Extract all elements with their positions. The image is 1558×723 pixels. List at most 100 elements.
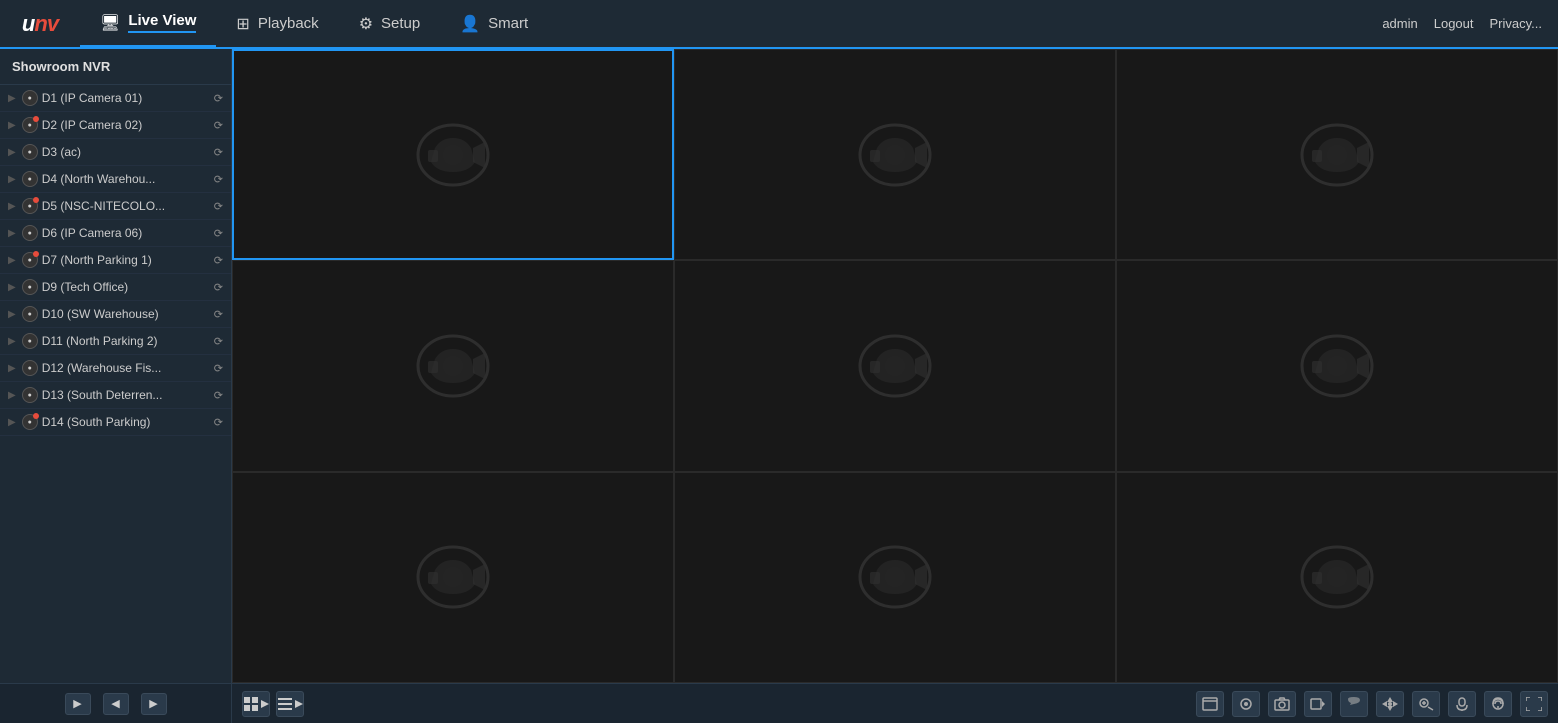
cam-icon-d9: ●: [22, 279, 38, 295]
grid-cell-8[interactable]: [674, 472, 1116, 683]
camera-item-d13[interactable]: ▶ ● D13 (South Deterren... ⟳: [0, 382, 231, 409]
cam-ptz-d13: ⟳: [214, 389, 223, 402]
grid-cell-4[interactable]: [232, 260, 674, 471]
grid-content: [232, 49, 1558, 683]
ptz-icon: [1382, 697, 1398, 711]
grid-layout-button[interactable]: [242, 691, 270, 717]
fullscreen-button[interactable]: [1520, 691, 1548, 717]
nav-setup[interactable]: ⚙ Setup: [339, 0, 441, 47]
camera-placeholder-1: [413, 120, 493, 190]
expand-icon-d9: ▶: [8, 282, 16, 293]
cam-name-d1: D1 (IP Camera 01): [42, 91, 210, 105]
expand-icon-d12: ▶: [8, 363, 16, 374]
grid-layout-icon: [244, 697, 269, 711]
talk-button[interactable]: [1340, 691, 1368, 717]
cam-name-d11: D11 (North Parking 2): [42, 334, 210, 348]
cam-ptz-d2: ⟳: [214, 119, 223, 132]
grid-cell-5[interactable]: [674, 260, 1116, 471]
cam-icon-d3: ●: [22, 144, 38, 160]
cam-name-d5: D5 (NSC-NITECOLO...: [42, 199, 210, 213]
camera-item-d7[interactable]: ▶ ● D7 (North Parking 1) ⟳: [0, 247, 231, 274]
sidebar: Showroom NVR ▶ ● D1 (IP Camera 01) ⟳ ▶ ●…: [0, 49, 232, 723]
main-layout: Showroom NVR ▶ ● D1 (IP Camera 01) ⟳ ▶ ●…: [0, 49, 1558, 723]
playback-icon: ⊞: [236, 14, 249, 34]
camera-item-d1[interactable]: ▶ ● D1 (IP Camera 01) ⟳: [0, 85, 231, 112]
camera-item-d6[interactable]: ▶ ● D6 (IP Camera 06) ⟳: [0, 220, 231, 247]
grid-cell-2[interactable]: [674, 49, 1116, 260]
grid-toolbar: [232, 683, 1558, 723]
nav-smart-label: Smart: [488, 15, 528, 32]
expand-icon-d7: ▶: [8, 255, 16, 266]
ptz-button[interactable]: [1376, 691, 1404, 717]
topbar: unv 🖥 Live View ⊞ Playback ⚙ Setup 👤 Sma…: [0, 0, 1558, 49]
cam-icon-d13: ●: [22, 387, 38, 403]
cam-icon-d4: ●: [22, 171, 38, 187]
expand-icon-d1: ▶: [8, 93, 16, 104]
audio-button[interactable]: [1232, 691, 1260, 717]
expand-icon-d10: ▶: [8, 309, 16, 320]
grid-toolbar-right: [1196, 691, 1548, 717]
prev-button[interactable]: ▶: [65, 693, 91, 715]
window-icon: [1202, 697, 1218, 711]
snapshot-button[interactable]: [1268, 691, 1296, 717]
expand-icon-d2: ▶: [8, 120, 16, 131]
expand-icon-d13: ▶: [8, 390, 16, 401]
sidebar-footer: ▶ ◀ ▶: [0, 683, 231, 723]
camera-item-d9[interactable]: ▶ ● D9 (Tech Office) ⟳: [0, 274, 231, 301]
nav-button[interactable]: ◀: [103, 693, 129, 715]
cam-ptz-d1: ⟳: [214, 92, 223, 105]
camera-placeholder-7: [413, 542, 493, 612]
cam-name-d4: D4 (North Warehou...: [42, 172, 210, 186]
cam-ptz-d9: ⟳: [214, 281, 223, 294]
privacy-link[interactable]: Privacy...: [1490, 16, 1543, 31]
window-button[interactable]: [1196, 691, 1224, 717]
camera-item-d12[interactable]: ▶ ● D12 (Warehouse Fis... ⟳: [0, 355, 231, 382]
camera-item-d10[interactable]: ▶ ● D10 (SW Warehouse) ⟳: [0, 301, 231, 328]
camera-placeholder-3: [1297, 120, 1377, 190]
remote-icon: [1490, 697, 1506, 711]
camera-item-d4[interactable]: ▶ ● D4 (North Warehou... ⟳: [0, 166, 231, 193]
camera-item-d11[interactable]: ▶ ● D11 (North Parking 2) ⟳: [0, 328, 231, 355]
camera-placeholder-2: [855, 120, 935, 190]
record-icon: [1310, 697, 1326, 711]
grid-cell-1[interactable]: [232, 49, 674, 260]
mic-button[interactable]: [1448, 691, 1476, 717]
nav-playback[interactable]: ⊞ Playback: [216, 0, 338, 47]
camera-item-d2[interactable]: ▶ ● D2 (IP Camera 02) ⟳: [0, 112, 231, 139]
camera-item-d5[interactable]: ▶ ● D5 (NSC-NITECOLO... ⟳: [0, 193, 231, 220]
cam-ptz-d10: ⟳: [214, 308, 223, 321]
cam-name-d6: D6 (IP Camera 06): [42, 226, 210, 240]
nav-live-view[interactable]: 🖥 Live View: [80, 0, 216, 47]
sequence-button[interactable]: [276, 691, 304, 717]
logout-link[interactable]: Logout: [1434, 16, 1474, 31]
cam-icon-d10: ●: [22, 306, 38, 322]
grid-cell-9[interactable]: [1116, 472, 1558, 683]
cam-icon-d2: ●: [22, 117, 38, 133]
grid-cell-6[interactable]: [1116, 260, 1558, 471]
camera-placeholder-8: [855, 542, 935, 612]
monitor-icon: 🖥: [100, 13, 120, 33]
camera-list: ▶ ● D1 (IP Camera 01) ⟳ ▶ ● D2 (IP Camer…: [0, 85, 231, 683]
camera-item-d14[interactable]: ▶ ● D14 (South Parking) ⟳: [0, 409, 231, 436]
cam-ptz-d3: ⟳: [214, 146, 223, 159]
expand-icon-d3: ▶: [8, 147, 16, 158]
grid-cell-7[interactable]: [232, 472, 674, 683]
remote-button[interactable]: [1484, 691, 1512, 717]
cam-icon-d1: ●: [22, 90, 38, 106]
cam-icon-d11: ●: [22, 333, 38, 349]
camera-item-d3[interactable]: ▶ ● D3 (ac) ⟳: [0, 139, 231, 166]
cam-name-d10: D10 (SW Warehouse): [42, 307, 210, 321]
cam-name-d3: D3 (ac): [42, 145, 210, 159]
cam-ptz-d14: ⟳: [214, 416, 223, 429]
next-button[interactable]: ▶: [141, 693, 167, 715]
record-button[interactable]: [1304, 691, 1332, 717]
audio-icon: [1238, 697, 1254, 711]
cam-icon-d12: ●: [22, 360, 38, 376]
cam-ptz-d4: ⟳: [214, 173, 223, 186]
cam-name-d14: D14 (South Parking): [42, 415, 210, 429]
nav-smart[interactable]: 👤 Smart: [440, 0, 548, 47]
cam-name-d13: D13 (South Deterren...: [42, 388, 210, 402]
sidebar-title: Showroom NVR: [0, 49, 231, 85]
zoom-button[interactable]: [1412, 691, 1440, 717]
grid-cell-3[interactable]: [1116, 49, 1558, 260]
